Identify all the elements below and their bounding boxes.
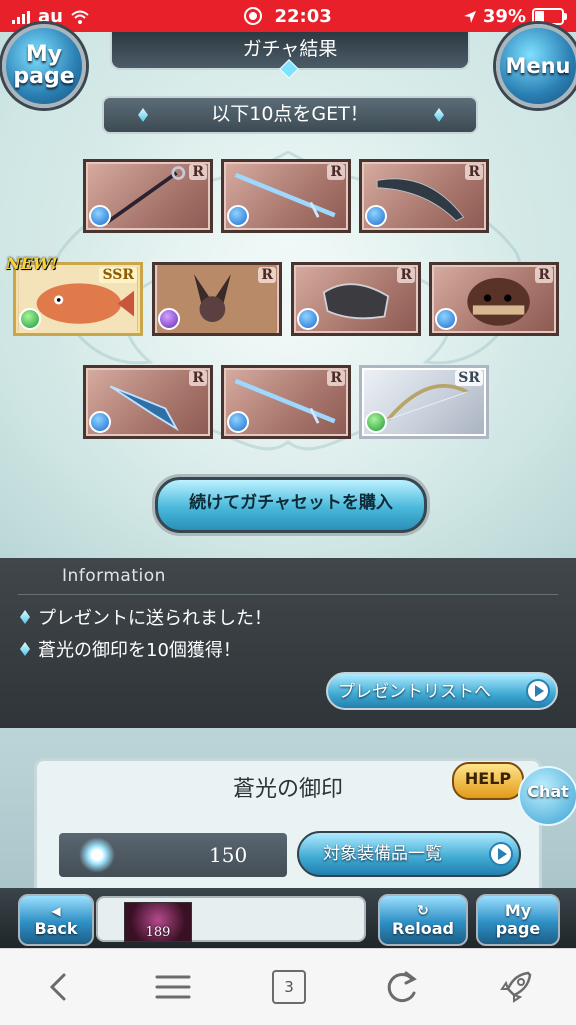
rarity-badge: R — [258, 267, 276, 283]
arrow-right-icon — [489, 842, 513, 866]
seal-sparkle-icon — [79, 837, 115, 873]
seal-count-box: 150 — [59, 833, 287, 877]
seal-count: 150 — [209, 843, 248, 867]
refresh-icon — [387, 971, 417, 1003]
diamond-icon — [20, 610, 30, 624]
divider — [18, 594, 558, 595]
item-card-1[interactable]: R — [83, 159, 213, 233]
diamond-icon — [20, 642, 30, 656]
rarity-badge: SSR — [99, 267, 137, 283]
browser-back-button[interactable] — [38, 967, 82, 1007]
item-card-9[interactable]: R — [221, 365, 351, 439]
bottom-mypage-button[interactable]: My page — [476, 894, 560, 946]
back-button[interactable]: ◀ Back — [18, 894, 94, 946]
quick-item-strip: 189 — [96, 896, 366, 942]
chat-button[interactable]: Chat — [518, 766, 576, 826]
hamburger-icon — [155, 975, 191, 999]
rarity-badge: SR — [455, 370, 483, 386]
item-card-2[interactable]: R — [221, 159, 351, 233]
item-card-3[interactable]: R — [359, 159, 489, 233]
rarity-badge: R — [327, 370, 345, 386]
battery-icon — [532, 8, 567, 25]
rarity-badge: R — [465, 164, 483, 180]
present-list-button[interactable]: プレゼントリストへ — [326, 672, 558, 710]
chevron-left-icon — [49, 973, 66, 1001]
browser-refresh-button[interactable] — [380, 967, 424, 1007]
diamond-icon — [138, 108, 148, 122]
gacha-result-screen: ガチャ結果 My page Menu 以下10点をGET！ R R R SSR … — [0, 24, 576, 558]
water-element-icon — [227, 411, 249, 433]
water-element-icon — [365, 205, 387, 227]
water-element-icon — [227, 205, 249, 227]
item-card-8[interactable]: R — [83, 365, 213, 439]
water-element-icon — [89, 411, 111, 433]
result-banner: 以下10点をGET！ — [102, 96, 478, 134]
location-icon — [463, 10, 476, 23]
buy-gacha-set-button[interactable]: 続けてガチャセットを購入 — [155, 477, 427, 533]
help-button[interactable]: HELP — [452, 762, 524, 800]
game-bottom-nav: ◀ Back 189 ↻ Reload My page — [0, 888, 576, 948]
item-card-5[interactable]: R — [152, 262, 282, 336]
status-bar: au 22:03 39% — [0, 0, 576, 32]
item-card-4[interactable]: SSR — [13, 262, 143, 336]
target-equipment-list-button[interactable]: 対象装備品一覧 — [297, 831, 521, 877]
screen-recording-icon — [244, 7, 263, 25]
diamond-icon — [434, 108, 444, 122]
seal-section: 蒼光の御印 150 対象装備品一覧 HELP Chat — [0, 728, 576, 898]
rarity-badge: R — [189, 164, 207, 180]
browser-tabs-button[interactable]: 3 — [264, 967, 308, 1007]
mypage-button[interactable]: My page — [2, 24, 86, 108]
info-message: プレゼントに送られました！ — [20, 604, 272, 630]
tabs-count: 3 — [272, 970, 306, 1004]
back-arrow-icon: ◀ — [51, 904, 61, 918]
new-badge: NEW! — [6, 254, 58, 273]
item-thumbnail[interactable]: 189 — [124, 902, 192, 942]
menu-button[interactable]: Menu — [496, 24, 576, 108]
item-thumbnail-count: 189 — [145, 925, 171, 940]
rocket-icon — [500, 971, 532, 1003]
clock: 22:03 — [274, 6, 332, 27]
dark-element-icon — [158, 308, 180, 330]
browser-launch-button[interactable] — [494, 967, 538, 1007]
wind-element-icon — [19, 308, 41, 330]
rarity-badge: R — [397, 267, 415, 283]
item-card-6[interactable]: R — [291, 262, 421, 336]
item-card-7[interactable]: R — [429, 262, 559, 336]
battery-percent: 39% — [482, 6, 526, 27]
rarity-badge: R — [535, 267, 553, 283]
rarity-badge: R — [189, 370, 207, 386]
item-card-10[interactable]: SR — [359, 365, 489, 439]
water-element-icon — [435, 308, 457, 330]
browser-menu-button[interactable] — [151, 967, 195, 1007]
water-element-icon — [297, 308, 319, 330]
info-message: 蒼光の御印を10個獲得！ — [20, 636, 241, 662]
wind-element-icon — [365, 411, 387, 433]
information-panel: Information プレゼントに送られました！ 蒼光の御印を10個獲得！ プ… — [0, 558, 576, 728]
reload-icon: ↻ — [417, 903, 429, 919]
rarity-badge: R — [327, 164, 345, 180]
reload-button[interactable]: ↻ Reload — [378, 894, 468, 946]
arrow-right-icon — [526, 679, 550, 703]
browser-toolbar: 3 — [0, 948, 576, 1025]
information-title: Information — [62, 566, 166, 586]
water-element-icon — [89, 205, 111, 227]
